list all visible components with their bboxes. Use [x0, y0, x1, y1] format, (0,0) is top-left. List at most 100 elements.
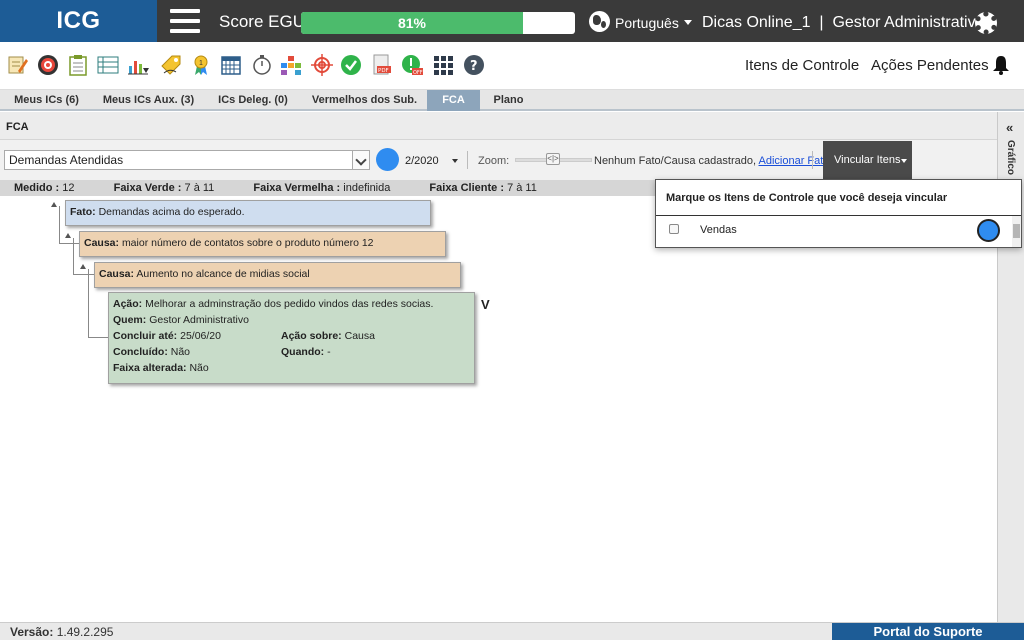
fato-node[interactable]: Fato: Demandas acima do esperado.	[65, 200, 431, 226]
chevron-down-icon[interactable]	[352, 151, 369, 169]
chart-icon[interactable]	[127, 54, 149, 76]
tree-connector	[59, 206, 60, 244]
target-icon[interactable]	[37, 54, 59, 76]
user-info[interactable]: Dicas Online_1 | Gestor Administrativo	[702, 14, 985, 32]
support-portal-button[interactable]: Portal do Suporte	[832, 623, 1024, 640]
tab-ics-deleg[interactable]: ICs Deleg. (0)	[204, 90, 302, 111]
causa-label: Causa:	[99, 268, 135, 280]
acao-faixa: Não	[189, 362, 209, 374]
menu-icon[interactable]	[170, 9, 200, 33]
tab-vermelhos-sub[interactable]: Vermelhos dos Sub.	[302, 90, 427, 111]
crosshair-icon[interactable]	[311, 54, 333, 76]
calendar-icon[interactable]	[220, 54, 242, 76]
svg-text:?: ?	[470, 59, 478, 74]
ribbon-icon[interactable]: 1	[190, 54, 212, 76]
tab-meus-ics-aux[interactable]: Meus ICs Aux. (3)	[93, 90, 204, 111]
divider	[812, 151, 813, 169]
top-bar: ICG Score EGU: 81% Português Dicas Onlin…	[0, 0, 1024, 42]
dropdown-title: Marque os Itens de Controle que você des…	[666, 192, 948, 204]
alert-off-icon[interactable]: OFF	[401, 54, 423, 76]
pdf-icon[interactable]: PDF	[371, 54, 393, 76]
acao-text: Melhorar a adminstração dos pedido vindo…	[145, 298, 434, 310]
edit-icon[interactable]	[7, 54, 29, 76]
divider	[467, 151, 468, 169]
double-chevron-left-icon[interactable]: «	[1006, 120, 1013, 135]
causa-node[interactable]: Causa: maior número de contatos sobre o …	[79, 231, 446, 257]
no-fact-text: Nenhum Fato/Causa cadastrado,	[594, 155, 757, 167]
tab-fca[interactable]: FCA	[427, 90, 480, 111]
tab-bar: Meus ICs (6) Meus ICs Aux. (3) ICs Deleg…	[0, 90, 1024, 111]
acao-sobre: Causa	[344, 330, 375, 342]
zoom-label: Zoom:	[478, 155, 510, 167]
causa-text: maior número de contatos sobre o produto…	[121, 237, 374, 249]
apps-grid-icon[interactable]	[432, 54, 454, 76]
acao-node[interactable]: Ação: Melhorar a adminstração dos pedido…	[108, 292, 475, 384]
score-value: 81%	[301, 12, 523, 34]
zoom-slider-handle[interactable]: <|>	[546, 153, 560, 165]
stopwatch-icon[interactable]	[251, 54, 273, 76]
tree-connector	[59, 243, 79, 244]
vendas-label[interactable]: Vendas	[700, 224, 737, 236]
list-icon[interactable]	[97, 54, 119, 76]
logo[interactable]: ICG	[0, 0, 157, 42]
acao-concluir: 25/06/20	[180, 330, 221, 342]
faixa-vermelha-summary: Faixa Vermelha : indefinida	[253, 182, 391, 194]
divider	[656, 215, 1021, 216]
acoes-pendentes-link[interactable]: Ações Pendentes	[871, 57, 989, 74]
status-dot	[977, 219, 1000, 242]
tree-connector	[73, 238, 74, 274]
tree-connector	[88, 269, 89, 337]
tab-plano[interactable]: Plano	[480, 90, 537, 111]
acao-quem: Gestor Administrativo	[149, 314, 249, 326]
help-icon[interactable]: ?	[463, 54, 485, 76]
version-info: Versão: 1.49.2.295	[10, 625, 114, 639]
score-label: Score EGU:	[219, 12, 310, 31]
causa-node[interactable]: Causa: Aumento no alcance de midias soci…	[94, 262, 461, 288]
collapse-arrow-icon[interactable]	[65, 233, 71, 238]
rail-label[interactable]: Gráfico	[1005, 140, 1016, 175]
indicator-select-value: Demandas Atendidas	[9, 153, 124, 167]
period-selector[interactable]: 2/2020	[405, 155, 439, 167]
svg-text:OFF: OFF	[413, 70, 423, 76]
dropdown-scrollbar[interactable]	[1012, 216, 1021, 247]
collapse-arrow-icon[interactable]	[51, 202, 57, 207]
collapse-arrow-icon[interactable]	[80, 264, 86, 269]
medido-summary: Medido : 12	[14, 182, 75, 194]
globe-icon[interactable]	[589, 11, 610, 32]
caret-down-icon[interactable]	[452, 159, 458, 163]
bell-icon[interactable]	[992, 55, 1010, 75]
vendas-checkbox[interactable]	[669, 224, 679, 234]
language-selector[interactable]: Português	[615, 15, 679, 31]
fato-label: Fato:	[70, 206, 96, 218]
vincular-itens-label: Vincular Itens	[834, 154, 901, 166]
score-progress-bar: 81%	[301, 12, 575, 34]
faixa-verde-summary: Faixa Verde : 7 à 11	[113, 182, 215, 194]
faixa-cliente-summary: Faixa Cliente : 7 à 11	[429, 182, 537, 194]
svg-text:1: 1	[199, 60, 203, 67]
add-fact-link[interactable]: Adicionar Fato	[759, 155, 830, 167]
acao-quando: -	[327, 346, 331, 358]
causa-label: Causa:	[84, 237, 120, 249]
chevron-down-icon[interactable]	[684, 20, 692, 25]
tree-connector	[88, 337, 108, 338]
panel-title: FCA	[0, 112, 997, 140]
vincular-itens-dropdown: Marque os Itens de Controle que você des…	[655, 179, 1022, 248]
tag-icon[interactable]	[160, 54, 182, 76]
footer: Versão: 1.49.2.295 Portal do Suporte	[0, 622, 1024, 640]
causa-text: Aumento no alcance de midias social	[136, 268, 310, 280]
gear-icon[interactable]	[975, 12, 997, 34]
indicator-select[interactable]: Demandas Atendidas	[4, 150, 370, 170]
tab-meus-ics[interactable]: Meus ICs (6)	[0, 90, 93, 111]
itens-de-controle-link[interactable]: Itens de Controle	[745, 57, 859, 74]
clipboard-icon[interactable]	[67, 54, 89, 76]
status-dot	[376, 148, 399, 171]
org-chart-icon[interactable]	[280, 54, 302, 76]
tree-connector	[73, 274, 94, 275]
action-mark: V	[481, 297, 490, 312]
check-icon[interactable]	[340, 54, 362, 76]
vincular-itens-button[interactable]: Vincular Itens	[823, 141, 912, 179]
caret-down-icon	[901, 159, 907, 163]
no-fact-message: Nenhum Fato/Causa cadastrado, Adicionar …	[594, 155, 829, 167]
acao-concluido: Não	[170, 346, 191, 358]
svg-text:PDF: PDF	[378, 68, 389, 74]
